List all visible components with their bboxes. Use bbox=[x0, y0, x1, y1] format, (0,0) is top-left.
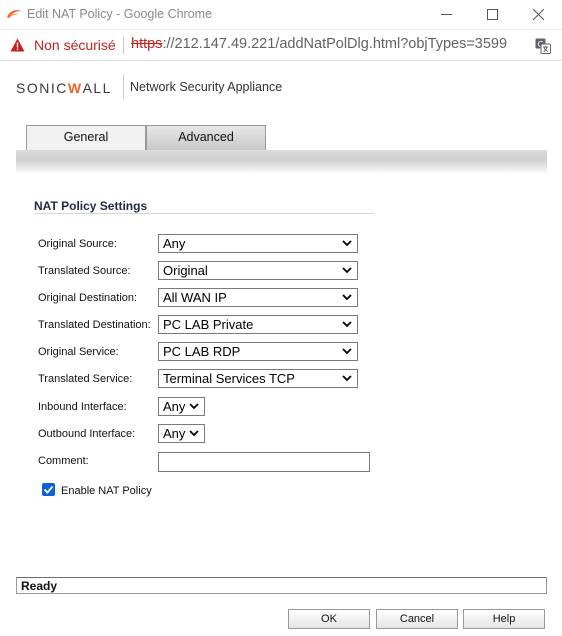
window-titlebar: Edit NAT Policy - Google Chrome bbox=[0, 0, 562, 30]
address-bar[interactable]: Non sécurisé https://212.147.49.221/addN… bbox=[0, 30, 562, 61]
select-value: PC LAB Private bbox=[163, 317, 254, 332]
tab-advanced[interactable]: Advanced bbox=[146, 125, 266, 150]
minimize-icon bbox=[441, 14, 452, 15]
translated-service-select[interactable]: Terminal Services TCP bbox=[158, 369, 358, 388]
inbound-interface-row: Inbound Interface: Any bbox=[38, 397, 558, 419]
comment-row: Comment: bbox=[38, 451, 558, 473]
translated-source-row: Translated Source: Original bbox=[38, 261, 558, 283]
chevron-down-icon bbox=[342, 240, 352, 247]
select-value: PC LAB RDP bbox=[163, 344, 241, 359]
checkmark-icon bbox=[43, 485, 54, 494]
chevron-down-icon bbox=[342, 321, 352, 328]
translated-destination-select[interactable]: PC LAB Private bbox=[158, 315, 358, 334]
url-path: ://212.147.49.221/addNatPolDlg.html?objT… bbox=[162, 36, 508, 52]
select-value: Any bbox=[163, 426, 186, 441]
comment-input[interactable] bbox=[158, 452, 370, 472]
field-label: Translated Source: bbox=[38, 265, 131, 277]
logo-prefix: SONIC bbox=[16, 80, 68, 96]
original-destination-select[interactable]: All WAN IP bbox=[158, 288, 358, 307]
minimize-button[interactable] bbox=[424, 0, 470, 30]
chevron-down-icon bbox=[342, 375, 352, 382]
chevron-down-icon bbox=[342, 267, 352, 274]
field-label: Original Destination: bbox=[38, 292, 138, 304]
section-title: NAT Policy Settings bbox=[34, 199, 148, 213]
original-source-row: Original Source: Any bbox=[38, 234, 558, 256]
window-title: Edit NAT Policy - Google Chrome bbox=[27, 7, 213, 21]
chevron-down-icon bbox=[189, 403, 199, 410]
ok-button[interactable]: OK bbox=[288, 609, 370, 629]
field-label: Translated Service: bbox=[38, 373, 133, 385]
outbound-interface-select[interactable]: Any bbox=[158, 424, 205, 443]
select-value: Any bbox=[163, 399, 186, 414]
product-name: Network Security Appliance bbox=[130, 80, 283, 94]
maximize-icon bbox=[487, 9, 498, 20]
cancel-button[interactable]: Cancel bbox=[376, 609, 458, 629]
select-value: Original bbox=[163, 263, 208, 278]
inbound-interface-select[interactable]: Any bbox=[158, 397, 205, 416]
tab-content-header bbox=[16, 150, 547, 174]
field-label: Original Source: bbox=[38, 238, 117, 250]
original-service-select[interactable]: PC LAB RDP bbox=[158, 342, 358, 361]
url-scheme: https bbox=[131, 36, 163, 52]
field-label: Translated Destination: bbox=[38, 319, 151, 331]
translated-service-row: Translated Service: Terminal Services TC… bbox=[38, 369, 558, 391]
help-button[interactable]: Help bbox=[463, 609, 545, 629]
sonicwall-logo: SONICWALL bbox=[16, 80, 112, 96]
select-value: All WAN IP bbox=[163, 290, 227, 305]
logo-suffix: ALL bbox=[82, 80, 112, 96]
maximize-button[interactable] bbox=[470, 0, 516, 30]
chevron-down-icon bbox=[189, 430, 199, 437]
translate-icon[interactable]: G bbox=[535, 38, 551, 59]
close-icon bbox=[533, 9, 544, 20]
address-divider bbox=[123, 37, 124, 54]
select-value: Terminal Services TCP bbox=[163, 371, 295, 386]
enable-nat-policy-label[interactable]: Enable NAT Policy bbox=[61, 485, 152, 497]
original-destination-row: Original Destination: All WAN IP bbox=[38, 288, 558, 310]
translated-destination-row: Translated Destination: PC LAB Private bbox=[38, 315, 558, 337]
field-label: Inbound Interface: bbox=[38, 401, 127, 413]
original-source-select[interactable]: Any bbox=[158, 234, 358, 253]
chevron-down-icon bbox=[342, 294, 352, 301]
translated-source-select[interactable]: Original bbox=[158, 261, 358, 280]
select-value: Any bbox=[163, 236, 186, 251]
section-divider bbox=[34, 213, 374, 214]
brand-divider bbox=[123, 75, 124, 99]
status-text: Ready bbox=[21, 579, 58, 593]
url-text[interactable]: https://212.147.49.221/addNatPolDlg.html… bbox=[131, 36, 507, 52]
chrome-app-icon bbox=[6, 7, 22, 23]
field-label: Outbound Interface: bbox=[38, 428, 136, 440]
outbound-interface-row: Outbound Interface: Any bbox=[38, 424, 558, 446]
logo-w: W bbox=[67, 80, 83, 96]
close-button[interactable] bbox=[516, 0, 562, 30]
warning-triangle-icon[interactable] bbox=[10, 38, 25, 57]
tab-general[interactable]: General bbox=[26, 125, 146, 151]
field-label: Comment: bbox=[38, 455, 89, 467]
original-service-row: Original Service: PC LAB RDP bbox=[38, 342, 558, 364]
brand-header: SONICWALL Network Security Appliance bbox=[0, 62, 562, 114]
chevron-down-icon bbox=[342, 348, 352, 355]
security-status-label[interactable]: Non sécurisé bbox=[34, 37, 116, 53]
field-label: Original Service: bbox=[38, 346, 119, 358]
status-bar: Ready bbox=[16, 577, 547, 594]
enable-nat-policy-checkbox[interactable] bbox=[42, 483, 55, 496]
